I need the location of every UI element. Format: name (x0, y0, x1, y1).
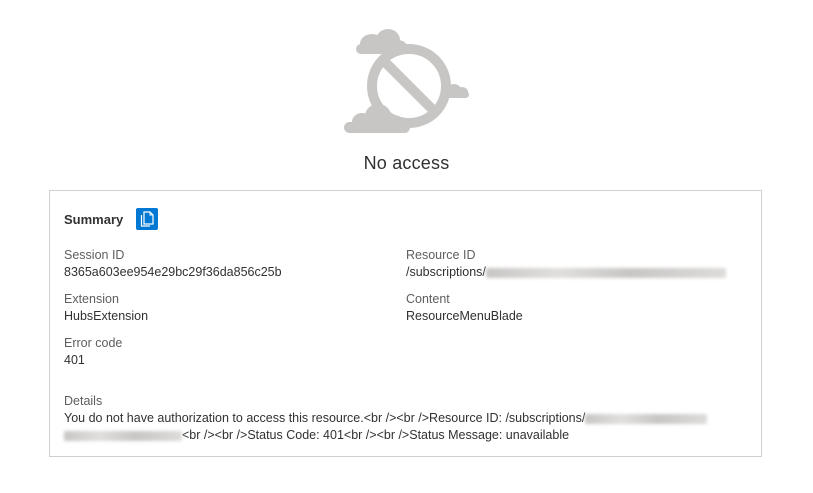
resource-id-label: Resource ID (406, 248, 476, 262)
details-line-2: <br /><br />Status Code: 401<br /><br />… (64, 427, 744, 444)
no-access-page: No access Summary Session ID 8365a603ee9… (0, 0, 813, 493)
details-label: Details (64, 394, 103, 408)
resource-id-field: Resource ID /subscriptions/ (406, 247, 726, 281)
error-code-value: 401 (64, 353, 85, 367)
resource-id-prefix: /subscriptions/ (406, 265, 486, 279)
error-summary-card: Summary Session ID 8365a603ee954e29bc29f… (49, 190, 762, 457)
session-id-field: Session ID 8365a603ee954e29bc29f36da856c… (64, 247, 282, 281)
extension-field: Extension HubsExtension (64, 291, 148, 325)
copy-button[interactable] (136, 208, 159, 230)
redacted-subscription-id (485, 267, 726, 278)
redacted-resource-id-part-1 (585, 413, 708, 424)
session-id-value: 8365a603ee954e29bc29f36da856c25b (64, 265, 282, 279)
summary-label: Summary (64, 211, 124, 227)
page-title: No access (363, 153, 450, 173)
details-text-prefix: You do not have authorization to access … (64, 411, 586, 425)
details-text-suffix: <br /><br />Status Code: 401<br /><br />… (182, 428, 570, 442)
details-line-1: You do not have authorization to access … (64, 410, 744, 427)
details-field: Details You do not have authorization to… (64, 393, 744, 444)
error-code-label: Error code (64, 336, 123, 350)
content-label: Content (406, 292, 450, 306)
content-field: Content ResourceMenuBlade (406, 291, 523, 325)
session-id-label: Session ID (64, 248, 125, 262)
content-value: ResourceMenuBlade (406, 309, 523, 323)
redacted-resource-id-part-2 (64, 430, 182, 441)
error-code-field: Error code 401 (64, 335, 122, 369)
summary-header: Summary (64, 207, 159, 231)
no-access-illustration-icon (344, 29, 469, 133)
extension-value: HubsExtension (64, 309, 149, 323)
copy-icon (141, 211, 154, 227)
extension-label: Extension (64, 292, 119, 306)
resource-id-value: /subscriptions/ (406, 264, 726, 281)
